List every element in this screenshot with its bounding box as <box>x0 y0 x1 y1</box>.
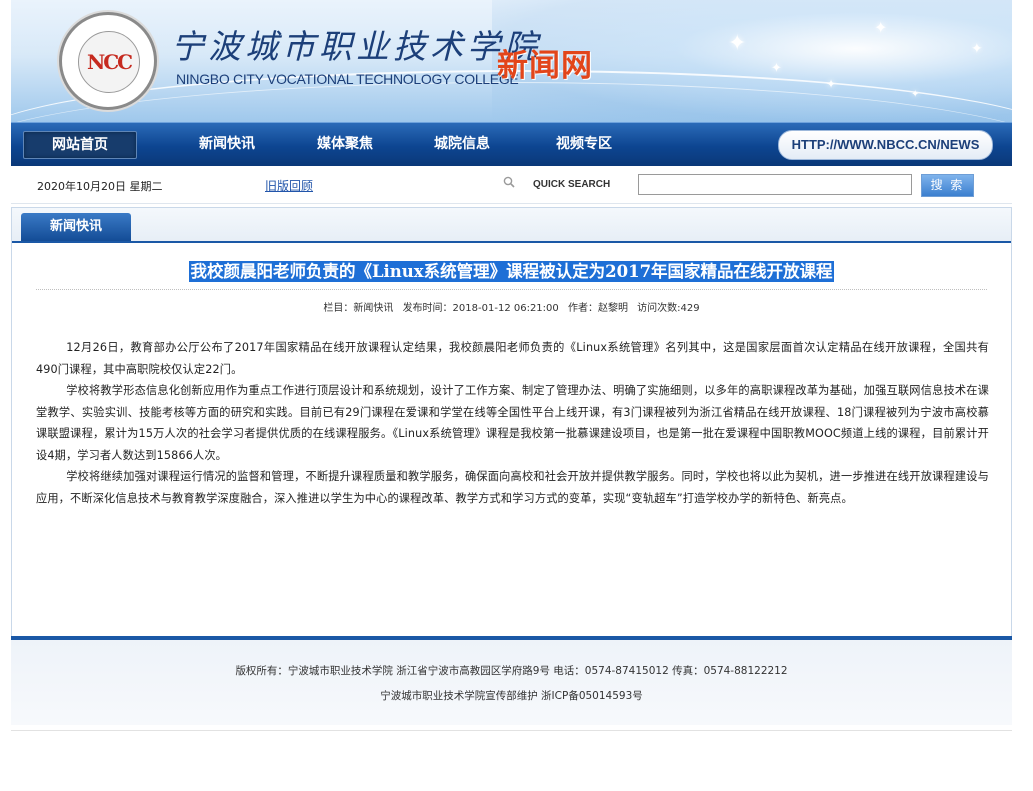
meta-published: 发布时间：2018-01-12 06:21:00 <box>402 303 559 314</box>
page: ✦ ✦ ✦ ✦ ✦ ✦ NCC 宁波城市职业技术学院 NINGBO CITY V… <box>11 0 1012 731</box>
nav-item-home[interactable]: 网站首页 <box>23 131 137 159</box>
meta-column: 栏目：新闻快讯 <box>323 303 394 314</box>
article-paragraph: 学校将教学形态信息化创新应用作为重点工作进行顶层设计和系统规划，设计了工作方案、… <box>36 384 989 462</box>
article-title: 我校颜晨阳老师负责的《Linux系统管理》课程被认定为2017年国家精品在线开放… <box>189 261 834 282</box>
school-logo[interactable]: NCC <box>59 12 157 110</box>
current-date: 2020年10月20日 星期二 <box>37 180 163 193</box>
nav-item-news[interactable]: 新闻快讯 <box>171 131 283 157</box>
meta-views: 访问次数:429 <box>637 303 700 314</box>
header-banner: ✦ ✦ ✦ ✦ ✦ ✦ NCC 宁波城市职业技术学院 NINGBO CITY V… <box>11 0 1012 122</box>
sparkle-icon: ✦ <box>771 61 782 76</box>
main-nav: 网站首页 新闻快讯 媒体聚焦 城院信息 视频专区 HTTP://WWW.NBCC… <box>11 122 1012 166</box>
site-url-badge[interactable]: HTTP://WWW.NBCC.CN/NEWS <box>778 130 993 160</box>
old-site-link[interactable]: 旧版回顾 <box>265 177 313 194</box>
search-button[interactable]: 搜 索 <box>921 174 974 197</box>
title-divider <box>36 289 987 290</box>
article-headline: 我校颜晨阳老师负责的《Linux系统管理》课程被认定为2017年国家精品在线开放… <box>12 258 1011 282</box>
article-paragraph: 12月26日，教育部办公厅公布了2017年国家精品在线开放课程认定结果，我校颜晨… <box>36 341 989 376</box>
quick-search-label: QUICK SEARCH <box>533 179 611 190</box>
sparkle-icon: ✦ <box>874 18 888 37</box>
content-panel: 新闻快讯 我校颜晨阳老师负责的《Linux系统管理》课程被认定为2017年国家精… <box>11 207 1012 636</box>
bottom-divider <box>11 730 1012 731</box>
nav-item-college-info[interactable]: 城院信息 <box>406 131 518 157</box>
article-paragraph: 学校将继续加强对课程运行情况的监督和管理，不断提升课程质量和教学服务，确保面向高… <box>36 470 989 505</box>
sparkle-icon: ✦ <box>911 89 920 100</box>
logo-mark: NCC <box>86 50 133 74</box>
article-meta: 栏目：新闻快讯 发布时间：2018-01-12 06:21:00 作者：赵黎明 … <box>12 299 1011 314</box>
school-name-en: NINGBO CITY VOCATIONAL TECHNOLOGY COLLEG… <box>176 71 519 87</box>
nav-item-video[interactable]: 视频专区 <box>528 131 640 157</box>
sparkle-icon: ✦ <box>826 77 837 91</box>
school-logo-emblem: NCC <box>78 31 140 93</box>
section-tab-bar: 新闻快讯 <box>12 208 1011 243</box>
footer-maintainer: 宁波城市职业技术学院宣传部维护 浙ICP备05014593号 <box>380 690 643 702</box>
tab-news-flash[interactable]: 新闻快讯 <box>21 213 131 241</box>
footer: 版权所有：宁波城市职业技术学院 浙江省宁波市高教园区学府路9号 电话：0574-… <box>11 636 1012 725</box>
nav-item-media[interactable]: 媒体聚焦 <box>289 131 401 157</box>
site-name: 新闻网 <box>497 48 593 84</box>
search-icon <box>503 176 515 188</box>
sparkle-icon: ✦ <box>971 41 983 57</box>
meta-author: 作者：赵黎明 <box>567 303 628 314</box>
school-name-cn: 宁波城市职业技术学院 <box>171 27 541 66</box>
search-input[interactable] <box>638 174 912 195</box>
article-body: 12月26日，教育部办公厅公布了2017年国家精品在线开放课程认定结果，我校颜晨… <box>36 337 989 509</box>
info-bar: 2020年10月20日 星期二 旧版回顾 QUICK SEARCH 搜 索 <box>11 166 1012 204</box>
footer-copyright: 版权所有：宁波城市职业技术学院 浙江省宁波市高教园区学府路9号 电话：0574-… <box>235 665 788 677</box>
sparkle-icon: ✦ <box>728 31 747 56</box>
